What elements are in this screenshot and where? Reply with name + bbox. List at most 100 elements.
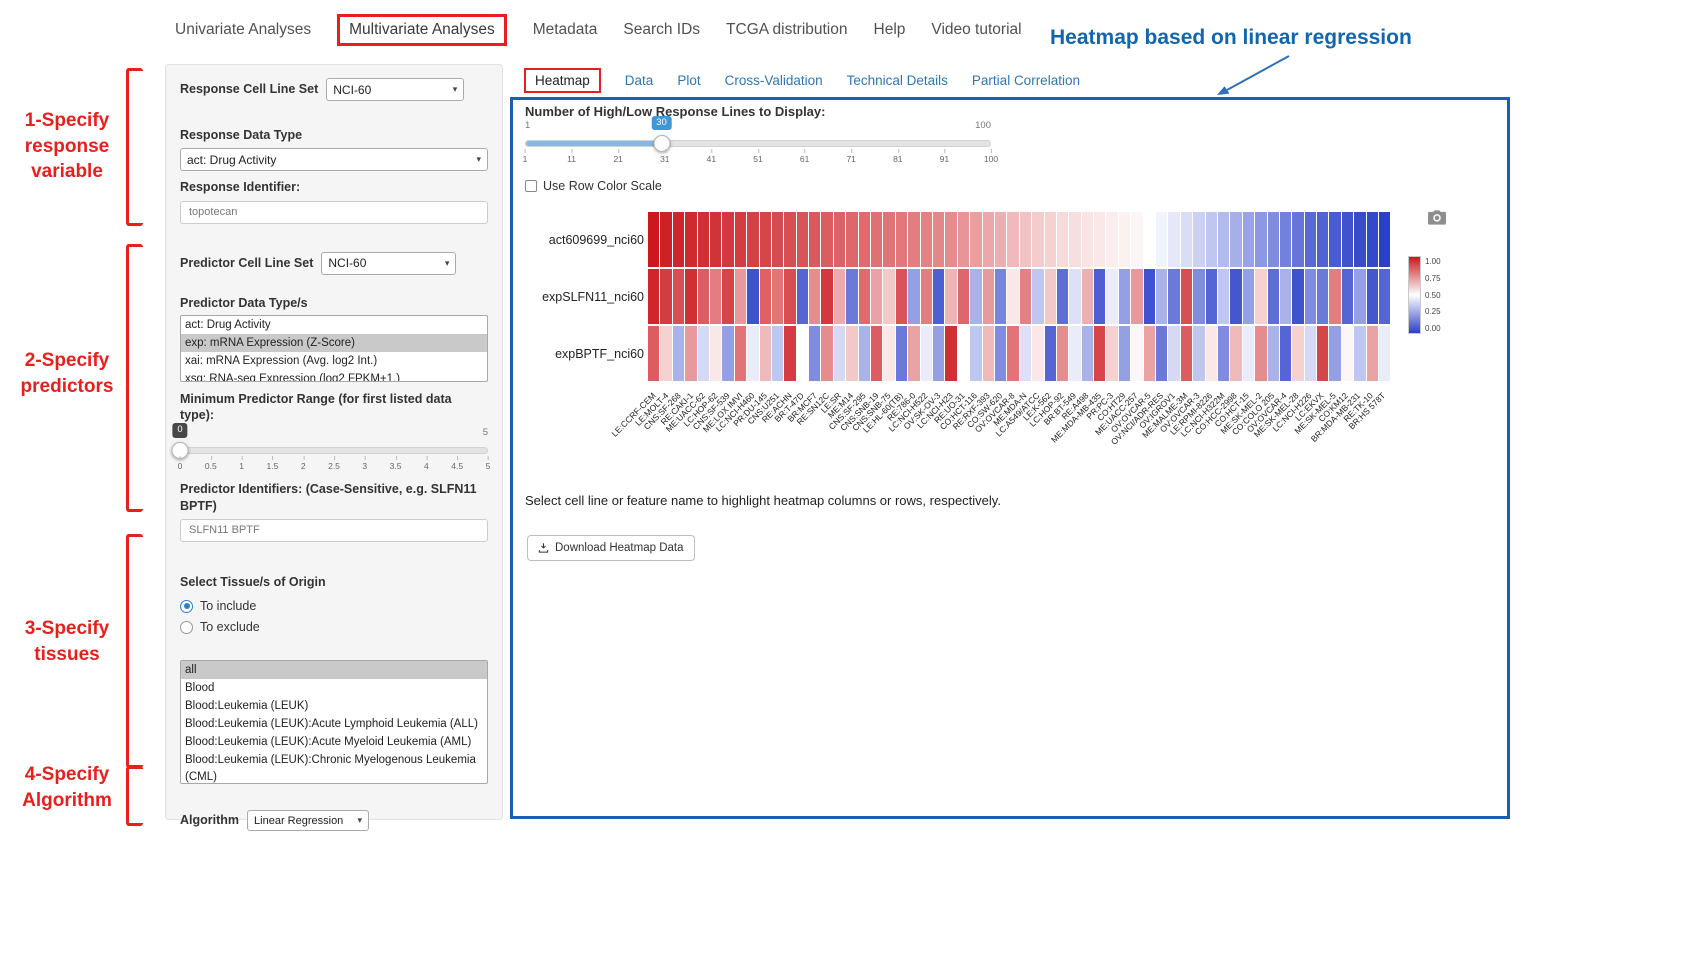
heatmap-cell — [908, 269, 919, 324]
heatmap-cell — [1131, 326, 1142, 381]
heatmap-cell — [698, 269, 709, 324]
tissue-option-blood[interactable]: Blood — [181, 679, 487, 697]
heatmap-cell — [1181, 269, 1192, 324]
predictor-type-option-xsq-rna-seq-expression-log2-fpkm-1[interactable]: xsq: RNA-seq Expression (log2 FPKM+1.) — [181, 370, 487, 382]
tab-data[interactable]: Data — [625, 73, 654, 88]
tab-heatmap[interactable]: Heatmap — [524, 68, 601, 93]
heatmap-cell — [1181, 326, 1192, 381]
tissue-exclude-radio[interactable]: To exclude — [180, 620, 488, 634]
heatmap-cell — [871, 326, 882, 381]
algorithm-label: Algorithm — [180, 812, 239, 828]
tissue-listbox[interactable]: allBloodBlood:Leukemia (LEUK)Blood:Leuke… — [180, 660, 488, 784]
heatmap-cell — [1280, 326, 1291, 381]
slider-tick: 5 — [486, 461, 491, 471]
heatmap-cell — [797, 212, 808, 267]
heatmap-cell — [1206, 212, 1217, 267]
response-lines-slider[interactable]: 1 100 30 1112131415161718191100 — [525, 118, 991, 170]
heatmap-legend: 1.000.750.500.250.00 — [1408, 256, 1441, 334]
lines-handle[interactable] — [653, 135, 670, 152]
predictor-type-listbox[interactable]: act: Drug Activityexp: mRNA Expression (… — [180, 315, 488, 382]
nav-item-search-ids[interactable]: Search IDs — [623, 21, 700, 39]
heatmap-cell — [1379, 212, 1390, 267]
heatmap-cell — [1082, 212, 1093, 267]
slider-tick: 1 — [523, 154, 528, 164]
heatmap-cell — [1106, 326, 1117, 381]
response-id-input[interactable] — [180, 201, 488, 224]
heatmap-row-label[interactable]: expBPTF_nci60 — [520, 326, 644, 381]
annotation-step-3: 3-Specify tissues — [8, 616, 126, 667]
heatmap-cell — [995, 326, 1006, 381]
slider-tick: 3 — [362, 461, 367, 471]
nav-item-help[interactable]: Help — [874, 21, 906, 39]
tissue-option-all[interactable]: all — [181, 661, 487, 679]
heatmap-cell — [1342, 269, 1353, 324]
response-type-select[interactable]: act: Drug Activity ▾ — [180, 148, 488, 171]
heatmap-cell — [1268, 326, 1279, 381]
heatmap-cell — [735, 212, 746, 267]
heatmap-cell — [1082, 326, 1093, 381]
nav-item-univariate-analyses[interactable]: Univariate Analyses — [175, 21, 311, 39]
heatmap-row-label[interactable]: act609699_nci60 — [520, 212, 644, 267]
predictor-type-option-xai-mrna-expression-avg-log2-int[interactable]: xai: mRNA Expression (Avg. log2 Int.) — [181, 352, 487, 370]
lines-track[interactable] — [525, 140, 991, 147]
heatmap-cell — [673, 326, 684, 381]
heatmap-cell — [846, 212, 857, 267]
heatmap-cell — [760, 269, 771, 324]
heatmap-cell — [784, 326, 795, 381]
predictor-ids-input[interactable] — [180, 519, 488, 542]
nav-item-metadata[interactable]: Metadata — [533, 21, 598, 39]
algorithm-select[interactable]: Linear Regression ▾ — [247, 810, 369, 831]
min-range-slider[interactable]: 0 5 00.511.522.533.544.55 — [180, 425, 488, 477]
tab-technical-details[interactable]: Technical Details — [847, 73, 948, 88]
heatmap-cell — [883, 326, 894, 381]
predictor-type-option-exp-mrna-expression-z-score[interactable]: exp: mRNA Expression (Z-Score) — [181, 334, 487, 352]
slider-tick: 4 — [424, 461, 429, 471]
heatmap-cell — [1007, 269, 1018, 324]
heatmap-cell — [1317, 269, 1328, 324]
row-color-scale-checkbox[interactable]: Use Row Color Scale — [525, 179, 662, 193]
heatmap-cell — [983, 212, 994, 267]
heatmap-cell — [1020, 269, 1031, 324]
top-nav: Univariate Analyses Multivariate Analyses… — [175, 14, 1022, 46]
tissue-option-blood-leukemia-leuk-acute-myeloid-leukemia-aml[interactable]: Blood:Leukemia (LEUK):Acute Myeloid Leuk… — [181, 733, 487, 751]
heatmap-cell — [1007, 326, 1018, 381]
heatmap-cell — [1094, 212, 1105, 267]
tissue-option-blood-leukemia-leuk-acute-lymphoid-leukemia-all[interactable]: Blood:Leukemia (LEUK):Acute Lymphoid Leu… — [181, 715, 487, 733]
heatmap-cell — [1218, 269, 1229, 324]
heatmap-cell — [1082, 269, 1093, 324]
heatmap-cell — [859, 269, 870, 324]
heatmap-cell — [995, 212, 1006, 267]
heatmap-cell — [797, 269, 808, 324]
heatmap-cell — [1255, 326, 1266, 381]
tissue-option-blood-leukemia-leuk[interactable]: Blood:Leukemia (LEUK) — [181, 697, 487, 715]
heatmap-row-label[interactable]: expSLFN11_nci60 — [520, 269, 644, 324]
tissue-option-blood-leukemia-leuk-chronic-myelogenous-leukemia-cml[interactable]: Blood:Leukemia (LEUK):Chronic Myelogenou… — [181, 751, 487, 784]
heatmap-cell — [1243, 212, 1254, 267]
tab-cross-validation[interactable]: Cross-Validation — [725, 73, 823, 88]
download-heatmap-button[interactable]: Download Heatmap Data — [527, 535, 695, 561]
heatmap-cell — [995, 269, 1006, 324]
heatmap-cell — [1317, 326, 1328, 381]
tab-plot[interactable]: Plot — [677, 73, 700, 88]
nav-item-video-tutorial[interactable]: Video tutorial — [931, 21, 1021, 39]
response-set-select[interactable]: NCI-60 ▾ — [326, 78, 464, 101]
nav-item-tcga-distribution[interactable]: TCGA distribution — [726, 21, 847, 39]
heatmap-cell — [1367, 269, 1378, 324]
nav-item-multivariate-analyses[interactable]: Multivariate Analyses — [337, 14, 507, 46]
camera-icon[interactable] — [1428, 210, 1446, 230]
heatmap-cell — [1379, 326, 1390, 381]
slider-tick: 1.5 — [266, 461, 278, 471]
tab-partial-correlation[interactable]: Partial Correlation — [972, 73, 1080, 88]
tissue-include-radio[interactable]: To include — [180, 599, 488, 613]
predictor-type-option-act-drug-activity[interactable]: act: Drug Activity — [181, 316, 487, 334]
slider-tick: 81 — [893, 154, 902, 164]
heatmap-cell — [1280, 212, 1291, 267]
chevron-down-icon: ▾ — [476, 154, 481, 165]
heatmap-cell — [1292, 269, 1303, 324]
heatmap-cell — [846, 269, 857, 324]
min-range-value-bubble: 0 — [172, 423, 187, 437]
min-range-track[interactable] — [180, 447, 488, 454]
heatmap-cell — [1045, 269, 1056, 324]
predictor-set-select[interactable]: NCI-60 ▾ — [321, 252, 456, 275]
slider-tick: 31 — [660, 154, 669, 164]
